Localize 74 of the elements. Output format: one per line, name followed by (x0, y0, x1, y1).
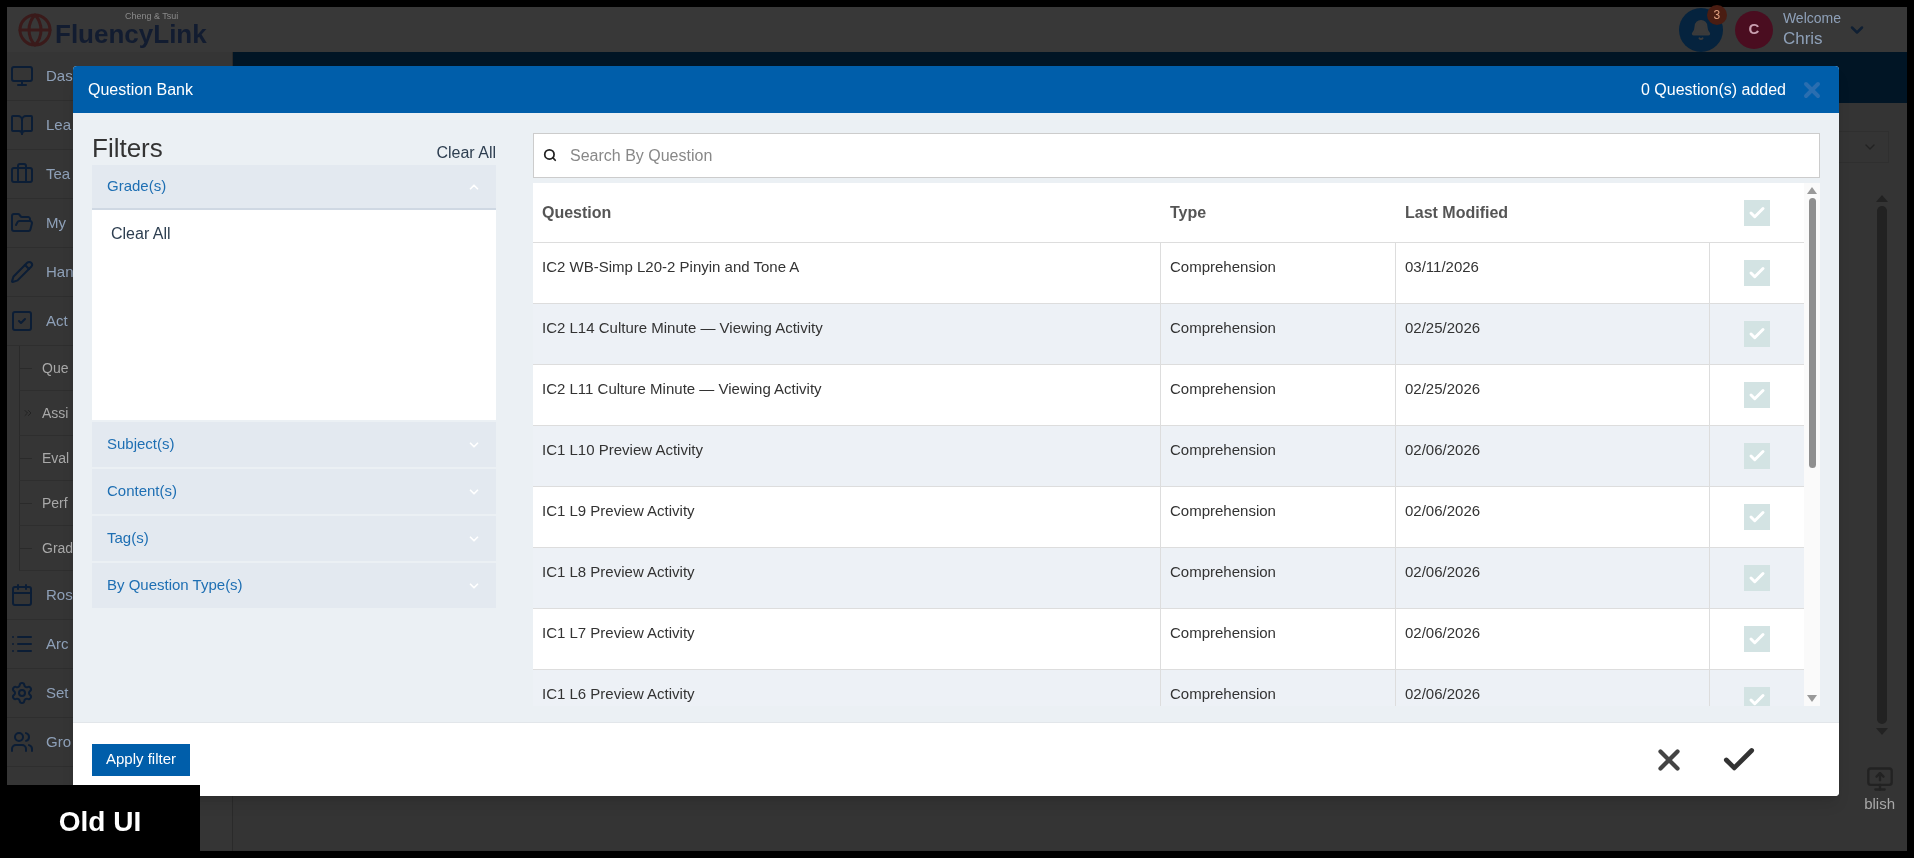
table-cell: Comprehension (1161, 487, 1396, 547)
table-cell: 02/06/2026 (1396, 548, 1710, 608)
questions-added-count: 0 Question(s) added (1641, 79, 1786, 100)
table-cell: 02/25/2026 (1396, 365, 1710, 425)
table-cell: Comprehension (1161, 609, 1396, 669)
table-cell: 02/25/2026 (1396, 304, 1710, 364)
user-name: Chris (1782, 27, 1824, 49)
row-checkbox[interactable] (1744, 382, 1770, 408)
column-header: Last Modified (1404, 202, 1510, 223)
table-cell: IC1 L7 Preview Activity (533, 609, 1161, 669)
table-cell: Comprehension (1161, 243, 1396, 303)
bell-icon (1689, 18, 1712, 41)
notification-bell-button[interactable] (1678, 7, 1723, 52)
table-cell: 02/06/2026 (1396, 426, 1710, 486)
column-header: Type (1169, 202, 1208, 223)
monitor-icon (10, 64, 34, 88)
table-cell: 03/11/2026 (1396, 243, 1710, 303)
table-row[interactable]: IC1 L8 Preview Activity Comprehension 02/06/2026 (533, 548, 1804, 609)
filters-heading: Filters (92, 135, 163, 161)
apply-filter-button[interactable]: Apply filter (92, 743, 191, 776)
clear-all-link[interactable]: Clear All (111, 222, 171, 246)
row-checkbox[interactable] (1744, 321, 1770, 347)
search-field[interactable]: Search By Question (533, 133, 1820, 178)
table-cell: IC2 WB-Simp L20-2 Pinyin and Tone A (533, 243, 1161, 303)
search-icon (543, 148, 557, 162)
checkbox-icon (10, 309, 34, 333)
row-checkbox[interactable] (1744, 199, 1770, 226)
filter-group-header[interactable]: Content(s) (92, 469, 496, 514)
filter-group-header[interactable]: Grade(s) (92, 165, 496, 210)
table-cell: IC2 L14 Culture Minute — Viewing Activity (533, 304, 1161, 364)
table-cell: IC1 L10 Preview Activity (533, 426, 1161, 486)
filter-group-header[interactable]: By Question Type(s) (92, 563, 496, 608)
table-cell: Comprehension (1161, 548, 1396, 608)
table-cell: IC1 L9 Preview Activity (533, 487, 1161, 547)
row-checkbox[interactable] (1744, 687, 1770, 706)
row-checkbox[interactable] (1744, 626, 1770, 652)
table-cell: 02/06/2026 (1396, 487, 1710, 547)
user-avatar[interactable]: C (1734, 10, 1773, 49)
table-row[interactable]: IC1 L6 Preview Activity Comprehension 02/06/2026 (533, 670, 1804, 706)
table-row[interactable]: IC2 L14 Culture Minute — Viewing Activity Comprehension 02/25/2026 (533, 304, 1804, 365)
table-cell: IC1 L8 Preview Activity (533, 548, 1161, 608)
users-icon (10, 730, 34, 754)
pencil-icon (10, 260, 34, 284)
globe-logo-icon (17, 11, 53, 48)
table-scrollbar[interactable] (1804, 183, 1820, 706)
settings-icon (10, 681, 34, 705)
table-row[interactable]: IC2 L11 Culture Minute — Viewing Activity Comprehension 02/25/2026 (533, 365, 1804, 426)
table-row[interactable]: IC1 L9 Preview Activity Comprehension 02/06/2026 (533, 487, 1804, 548)
row-checkbox[interactable] (1744, 504, 1770, 530)
dialog-title: Question Bank (88, 79, 193, 100)
calendar-icon (10, 583, 34, 607)
book-icon (10, 113, 34, 137)
logo-tagline: Cheng & Tsui (125, 12, 180, 21)
notification-badge: 3 (1706, 4, 1727, 25)
row-checkbox[interactable] (1744, 443, 1770, 469)
row-checkbox[interactable] (1744, 565, 1770, 591)
table-row[interactable]: IC2 WB-Simp L20-2 Pinyin and Tone A Comprehension 03/11/2026 (533, 243, 1804, 304)
folder-icon (10, 211, 34, 235)
table-cell: Comprehension (1161, 426, 1396, 486)
table-cell: IC2 L11 Culture Minute — Viewing Activity (533, 365, 1161, 425)
filter-group-header[interactable]: Tag(s) (92, 516, 496, 561)
table-row[interactable]: IC1 L7 Preview Activity Comprehension 02/06/2026 (533, 609, 1804, 670)
publish-button[interactable]: blish (1864, 765, 1895, 816)
table-cell: Comprehension (1161, 304, 1396, 364)
filter-group-header[interactable]: Subject(s) (92, 422, 496, 467)
row-checkbox[interactable] (1744, 260, 1770, 286)
column-header: Question (541, 202, 613, 223)
table-cell: 02/06/2026 (1396, 609, 1710, 669)
check-icon (1748, 691, 1766, 706)
welcome-label: Welcome (1782, 10, 1841, 28)
table-row[interactable]: IC1 L10 Preview Activity Comprehension 02/06/2026 (533, 426, 1804, 487)
clear-all-link[interactable]: Clear All (436, 145, 496, 161)
table-cell: Comprehension (1161, 365, 1396, 425)
briefcase-icon (10, 162, 34, 186)
